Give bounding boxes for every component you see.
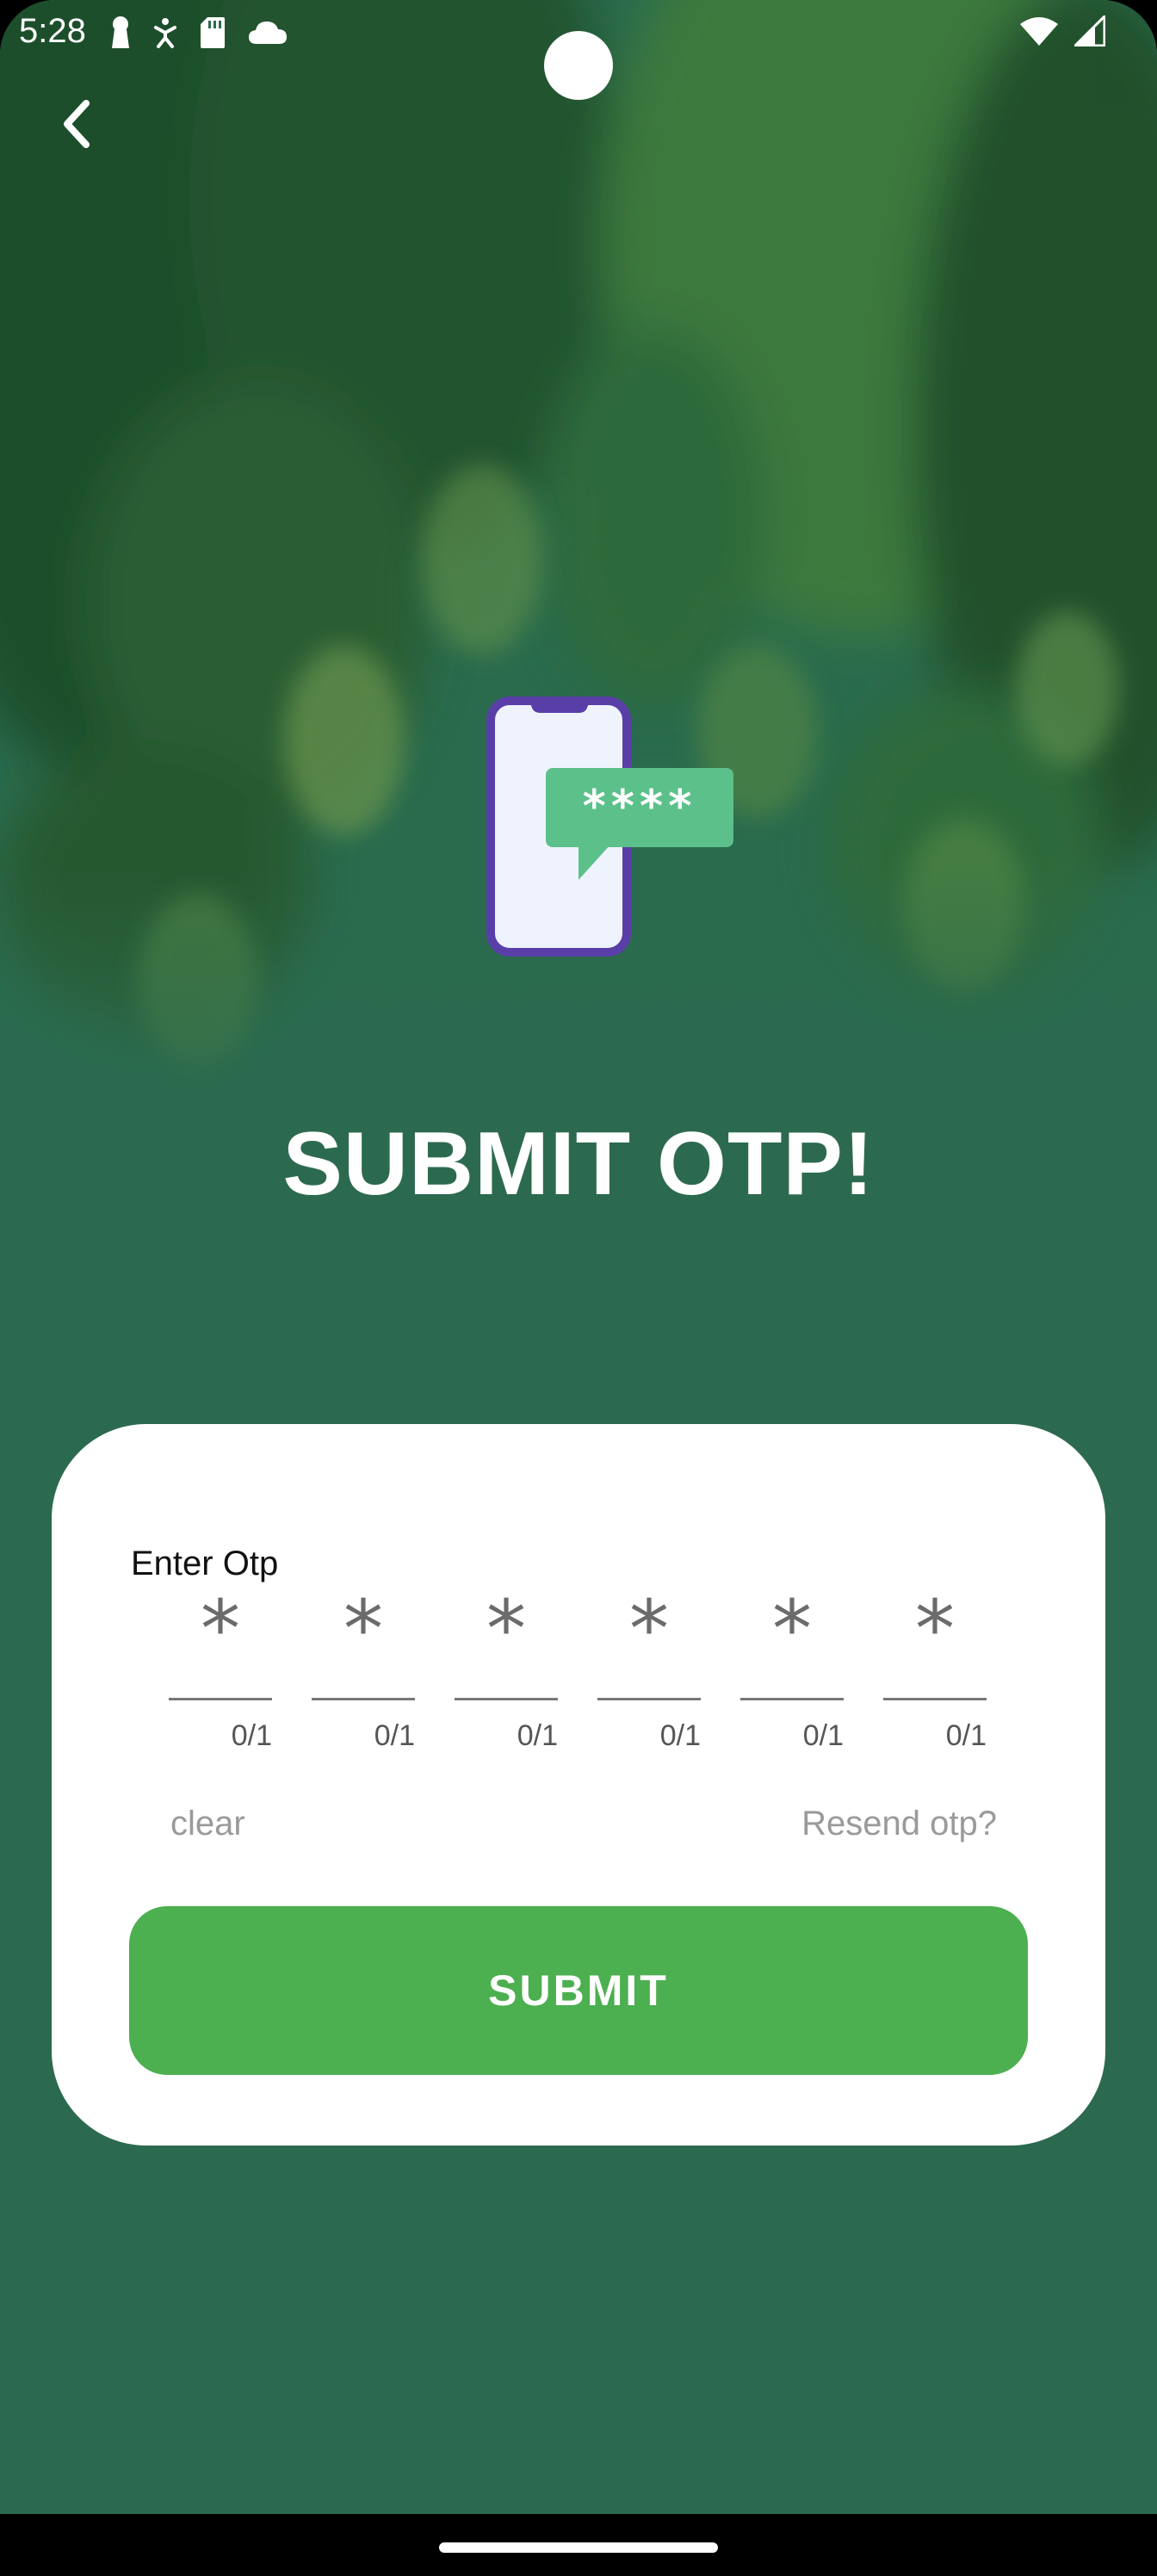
signal-icon bbox=[1074, 15, 1105, 46]
otp-underline bbox=[169, 1698, 272, 1700]
otp-counter-1: 0/1 bbox=[231, 1719, 272, 1752]
otp-underline bbox=[883, 1698, 987, 1700]
sd-card-icon bbox=[201, 17, 225, 48]
camera-cutout bbox=[544, 31, 613, 100]
accessibility-icon bbox=[154, 18, 176, 48]
status-time: 5:28 bbox=[19, 12, 86, 50]
page-title: SUBMIT OTP! bbox=[282, 1114, 875, 1214]
otp-screen: 5:28 **** SUBMIT OTP! Enter Otp * 0/1 * … bbox=[0, 0, 1157, 2576]
clear-button[interactable]: clear bbox=[170, 1803, 245, 1844]
otp-digit-input-3[interactable] bbox=[455, 1586, 558, 1672]
otp-box-3: 0/1 bbox=[455, 1586, 558, 1752]
otp-digit-input-5[interactable] bbox=[740, 1586, 844, 1672]
otp-box-6: 0/1 bbox=[883, 1586, 987, 1752]
otp-underline bbox=[312, 1698, 415, 1700]
otp-counter-2: 0/1 bbox=[374, 1719, 415, 1752]
otp-digit-input-4[interactable] bbox=[597, 1586, 701, 1672]
otp-box-4: 0/1 bbox=[597, 1586, 701, 1752]
otp-counter-4: 0/1 bbox=[659, 1719, 701, 1752]
otp-underline bbox=[740, 1698, 844, 1700]
otp-digit-input-1[interactable] bbox=[169, 1586, 272, 1672]
otp-box-1: 0/1 bbox=[169, 1586, 272, 1752]
otp-underline bbox=[597, 1698, 701, 1700]
otp-card: Enter Otp 0/1 0/1 0/1 0/1 0/1 bbox=[52, 1424, 1105, 2146]
otp-digit-input-6[interactable] bbox=[883, 1586, 987, 1672]
otp-box-2: 0/1 bbox=[312, 1586, 415, 1752]
bubble-text: **** bbox=[583, 781, 697, 833]
status-icons-right bbox=[1019, 12, 1105, 50]
cloud-icon bbox=[249, 22, 287, 44]
otp-digit-input-2[interactable] bbox=[312, 1586, 415, 1672]
status-bar: 5:28 bbox=[0, 0, 1157, 100]
otp-counter-5: 0/1 bbox=[802, 1719, 844, 1752]
status-icons-left bbox=[110, 14, 288, 52]
otp-label: Enter Otp bbox=[131, 1545, 279, 1582]
back-button[interactable] bbox=[46, 93, 108, 155]
otp-counter-3: 0/1 bbox=[517, 1719, 558, 1752]
otp-counter-6: 0/1 bbox=[945, 1719, 987, 1752]
resend-otp-link[interactable]: Resend otp? bbox=[801, 1803, 997, 1844]
wifi-icon bbox=[1020, 17, 1058, 46]
keyhole-icon bbox=[112, 16, 129, 48]
submit-button[interactable]: SUBMIT bbox=[129, 1906, 1028, 2075]
chevron-left-icon bbox=[64, 100, 90, 148]
gesture-handle[interactable] bbox=[439, 2542, 718, 2553]
otp-box-5: 0/1 bbox=[740, 1586, 844, 1752]
otp-phone-illustration: **** bbox=[486, 697, 733, 957]
otp-underline bbox=[455, 1698, 558, 1700]
